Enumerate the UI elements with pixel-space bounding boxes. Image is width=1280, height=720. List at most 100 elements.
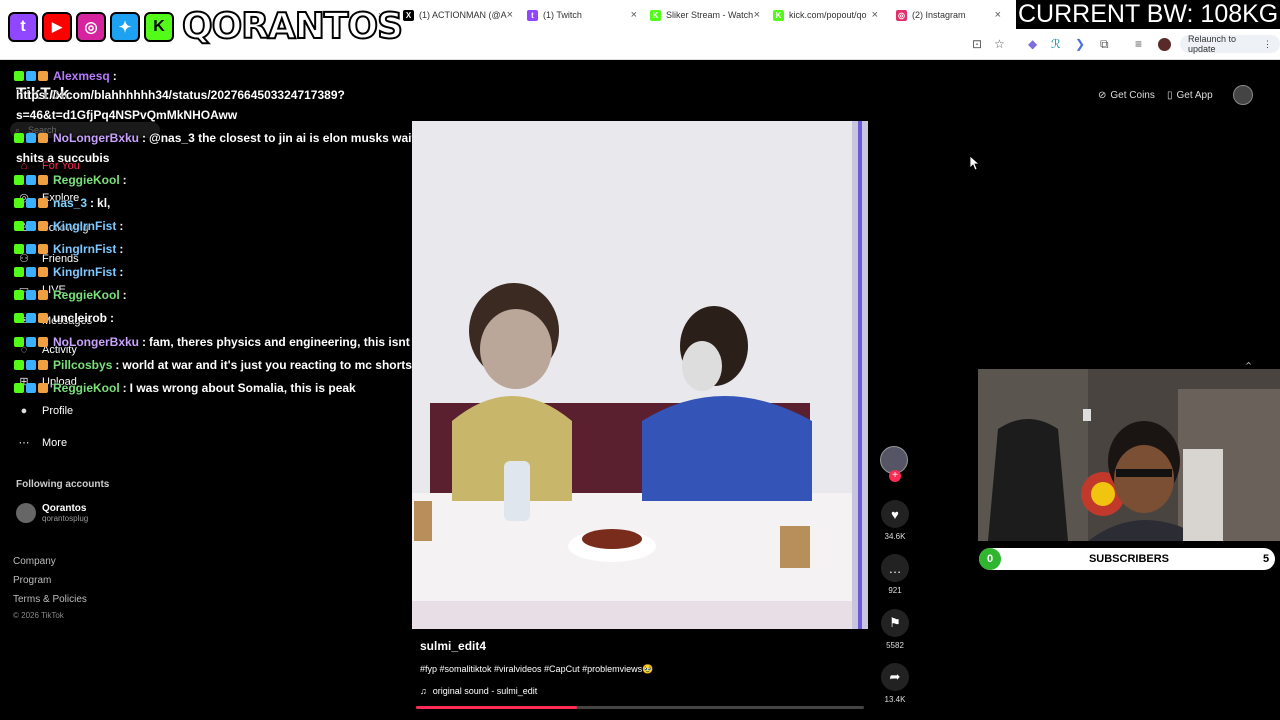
badge-icon (26, 133, 36, 143)
video-progress-track[interactable] (416, 706, 864, 709)
close-tab-icon[interactable]: × (754, 9, 760, 21)
badge-icon (26, 383, 36, 393)
heart-icon[interactable]: ♥ (881, 500, 909, 528)
tab-favicon-icon: ◎ (896, 9, 907, 21)
badge-icon (14, 221, 24, 231)
badge-icon (14, 133, 24, 143)
streamer-branding: t ▶ ◎ ✦ K QORANTOS (8, 6, 404, 48)
comment-count: 921 (888, 586, 902, 595)
sidebar-item-profile[interactable]: ● Profile (16, 405, 74, 417)
close-tab-icon[interactable]: × (507, 9, 513, 21)
chat-message: s=46&t=d1GfjPq4NSPvQmMkNHOAww (16, 108, 237, 122)
badge-icon (38, 221, 48, 231)
chat-badges (14, 221, 48, 231)
chat-separator: : (122, 381, 127, 395)
badge-icon (14, 175, 24, 185)
save-action[interactable]: ⚑ 5582 (877, 609, 913, 650)
video-player[interactable] (412, 121, 868, 629)
badge-icon (26, 290, 36, 300)
chat-badges (14, 198, 48, 208)
comment-action[interactable]: … 921 (877, 554, 913, 595)
chat-badges (14, 337, 48, 347)
get-coins-button[interactable]: ⊘ Get Coins (1098, 86, 1155, 104)
kick-icon: K (144, 12, 174, 42)
video-author[interactable]: sulmi_edit4 (420, 639, 486, 653)
chat-separator: : (119, 219, 124, 233)
get-coins-label: Get Coins (1110, 89, 1155, 101)
comment-icon[interactable]: … (881, 554, 909, 582)
chat-text: @nas_3 the closest to jin ai is elon mus… (149, 131, 440, 145)
chat-text: kl, (97, 196, 111, 210)
close-tab-icon[interactable]: × (872, 9, 878, 21)
sidebar-item-label: More (42, 436, 68, 449)
media-controls-icon[interactable]: ≡ (1135, 37, 1142, 51)
chat-text: https://x.com/blahhhhhh34/status/2027664… (16, 88, 345, 102)
chat-message: https://x.com/blahhhhhh34/status/2027664… (16, 88, 345, 102)
chat-message: ReggieKool: (14, 173, 130, 187)
like-count: 34.6K (884, 532, 906, 541)
close-tab-icon[interactable]: × (995, 9, 1001, 21)
tab-title: kick.com/popout/qo (789, 10, 867, 20)
tab-title: (2) Instagram (912, 10, 966, 20)
tab-favicon-icon: t (527, 9, 538, 21)
get-app-button[interactable]: ▯ Get App (1167, 86, 1213, 104)
browser-tab[interactable]: X (1) ACTIONMAN (@A × (403, 4, 513, 26)
chat-text: world at war and it's just you reacting … (122, 358, 412, 372)
chat-separator: : (142, 335, 147, 349)
browser-tab[interactable]: ◎ (2) Instagram × (896, 4, 1001, 26)
subscriber-goal: 5 (1262, 553, 1270, 565)
install-icon[interactable]: ⊡ (972, 37, 982, 51)
webcam-overlay (978, 369, 1280, 541)
share-action[interactable]: ➦ 13.4K (877, 663, 913, 704)
sidebar-item-more[interactable]: ⋯ More (16, 436, 68, 450)
share-icon[interactable]: ➦ (881, 663, 909, 691)
browser-tab[interactable]: Kkick.com/popout/qo × (773, 4, 878, 26)
copyright: © 2026 TikTok (13, 611, 64, 620)
profile-avatar-icon[interactable] (1158, 38, 1171, 51)
footer-link-company[interactable]: Company (13, 556, 56, 567)
chat-username: Alexmesq (53, 69, 110, 83)
relaunch-label: Relaunch to update (1188, 34, 1237, 54)
video-sound[interactable]: ♫ original sound - sulmi_edit (420, 686, 537, 696)
bookmark-star-icon[interactable]: ☆ (994, 37, 1005, 51)
video-progress-fill (416, 706, 578, 709)
like-action[interactable]: ♥ 34.6K (877, 500, 913, 541)
relaunch-button[interactable]: Relaunch to update ⋮ (1180, 34, 1280, 54)
get-app-label: Get App (1176, 89, 1213, 101)
chat-separator: : (122, 173, 127, 187)
tab-title: Sliker Stream - Watch (666, 10, 754, 20)
chat-username: ReggieKool (53, 381, 120, 395)
share-count: 13.4K (884, 695, 906, 704)
footer-link-terms[interactable]: Terms & Policies (13, 594, 87, 605)
following-account-item[interactable]: Qorantos qorantosplug (16, 503, 88, 523)
follow-plus-icon[interactable]: + (889, 470, 901, 482)
badge-icon (26, 71, 36, 81)
chat-text: fam, theres physics and engineering, thi… (149, 335, 448, 349)
badge-icon (38, 360, 48, 370)
footer-link-program[interactable]: Program (13, 575, 51, 586)
bandwidth-overlay: CURRENT BW: 108KG (1016, 0, 1280, 29)
extension-icon[interactable]: ℛ (1051, 37, 1061, 51)
bookmark-icon[interactable]: ⚑ (881, 609, 909, 637)
video-frame (412, 121, 868, 629)
instagram-icon: ◎ (76, 12, 106, 42)
chat-badges (14, 133, 48, 143)
chat-separator: : (119, 265, 124, 279)
chat-username: NoLongerBxku (53, 335, 140, 349)
music-note-icon: ♫ (420, 686, 427, 696)
chat-separator: : (90, 196, 95, 210)
mouse-cursor-icon (970, 156, 980, 171)
chat-message: NoLongerBxku: @nas_3 the closest to jin … (14, 131, 439, 145)
chat-separator: : (119, 242, 124, 256)
user-avatar[interactable] (1233, 85, 1253, 105)
account-name: Qorantos (42, 503, 87, 514)
browser-tab[interactable]: K Sliker Stream - Watch × (650, 4, 760, 26)
close-tab-icon[interactable]: × (631, 9, 637, 21)
badge-icon (38, 313, 48, 323)
chat-separator: : (110, 311, 115, 325)
extensions-puzzle-icon[interactable]: ⧉ (1100, 37, 1109, 52)
browser-tab[interactable]: t (1) Twitch × (527, 4, 637, 26)
extension-icon[interactable]: ❯ (1075, 37, 1085, 51)
badge-icon (26, 337, 36, 347)
extension-icon[interactable]: ◆ (1028, 37, 1037, 51)
